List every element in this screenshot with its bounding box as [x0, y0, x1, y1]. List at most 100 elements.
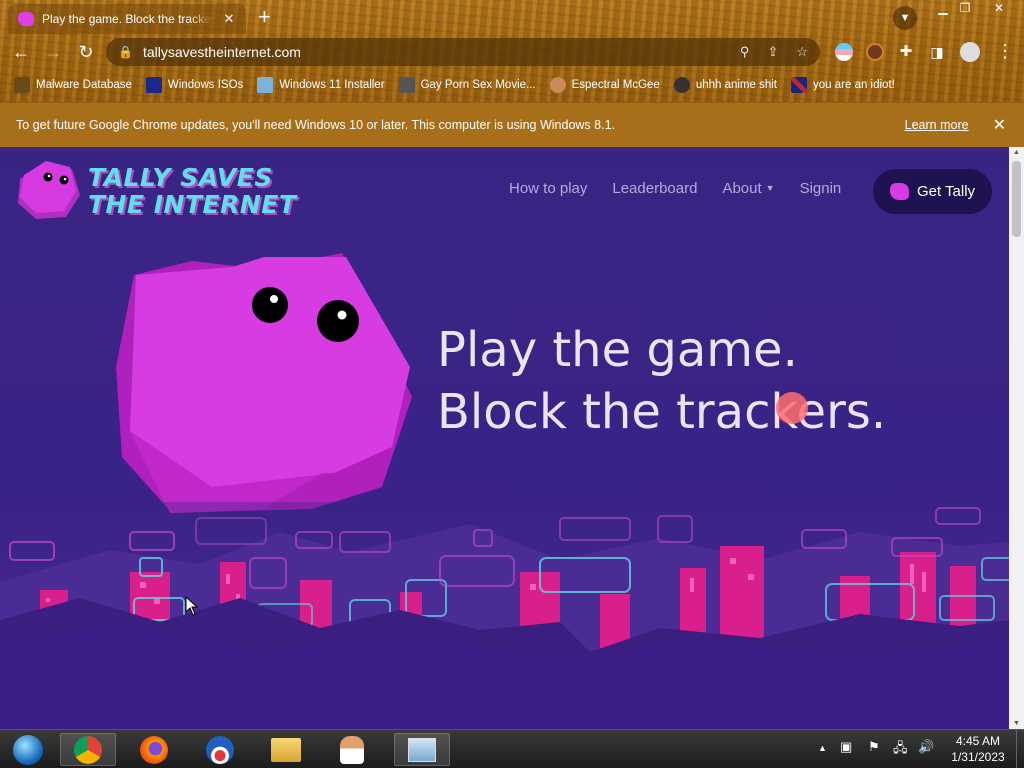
scroll-up-arrow-icon[interactable]: ▲ [1013, 149, 1020, 156]
profile-extension-icon[interactable] [866, 43, 884, 61]
zoom-search-icon[interactable]: ⚲ [740, 44, 750, 60]
new-tab-button[interactable]: + [258, 6, 271, 28]
user-person-icon [340, 735, 364, 764]
bookmark-icon [14, 77, 30, 93]
chrome-icon [74, 735, 102, 764]
bookmark-label: uhhh anime shit [695, 79, 778, 91]
system-clock[interactable]: 4:45 AM 1/31/2023 [944, 733, 1012, 765]
uk-flag-icon [791, 77, 808, 93]
click-indicator-dot [776, 392, 808, 424]
get-tally-label: Get Tally [916, 183, 976, 200]
logo-line-2: THE INTERNET [88, 190, 297, 219]
taskbar-chrome[interactable] [60, 733, 116, 766]
get-tally-button[interactable]: Get Tally [873, 169, 992, 214]
nav-how-to-play[interactable]: How to play [509, 180, 587, 197]
side-panel-icon[interactable]: ◨ [926, 41, 948, 63]
bookmark-windows-isos[interactable]: Windows ISOs [145, 77, 244, 93]
infobar-message: To get future Google Chrome updates, you… [16, 118, 615, 132]
tab-search-chevron-icon[interactable]: ▼ [893, 6, 917, 30]
site-navigation: How to play Leaderboard About ▼ Signin [509, 180, 841, 197]
taskbar-app-6[interactable] [394, 733, 450, 766]
restore-button[interactable]: ❐ [950, 0, 980, 18]
toolbar: ← → ↻ 🔒 tallysavestheinternet.com ⚲ ⇪ ☆ … [0, 36, 1024, 68]
browser-chrome: Play the game. Block the trackers ✕ + ▼ … [0, 0, 1024, 102]
x-logo-icon [145, 77, 162, 93]
bookmark-malware-database[interactable]: Malware Database [14, 77, 132, 93]
obama-logo-icon [206, 735, 234, 764]
taskbar-app-3[interactable] [192, 733, 248, 766]
folder-icon [271, 737, 301, 762]
hero-line-1: Play the game. [437, 322, 798, 378]
nav-leaderboard[interactable]: Leaderboard [612, 180, 697, 197]
face-icon [549, 77, 566, 93]
hero-line-2: Block the trackers. [437, 384, 887, 440]
network-icon[interactable]: 🖧 [893, 739, 908, 761]
volume-icon[interactable]: 🔊 [918, 739, 934, 755]
tab-active[interactable]: Play the game. Block the trackers ✕ [8, 4, 246, 34]
bookmark-you-are-an-idiot[interactable]: you are an idiot! [791, 77, 895, 93]
bookmarks-bar: Malware Database Windows ISOs Windows 11… [0, 72, 1024, 98]
bookmark-espectral-mcgee[interactable]: Espectral McGee [549, 77, 660, 93]
nav-about-label: About [722, 180, 762, 197]
tally-logo-icon [18, 161, 80, 219]
back-arrow-icon[interactable]: ← [10, 41, 32, 63]
reload-icon[interactable]: ↻ [75, 41, 97, 63]
bookmark-label: Espectral McGee [571, 79, 660, 91]
address-bar[interactable]: 🔒 tallysavestheinternet.com ⚲ ⇪ ☆ [106, 38, 820, 66]
bookmark-star-icon[interactable]: ☆ [796, 44, 808, 60]
tray-app-icon[interactable]: ▣ [840, 739, 852, 755]
site-logo[interactable]: TALLY SAVES THE INTERNET [14, 161, 296, 221]
tray-overflow-icon[interactable]: ▲ [818, 743, 827, 753]
bookmark-anime[interactable]: uhhh anime shit [673, 77, 778, 93]
hero-headline: Play the game. Block the trackers. [437, 319, 886, 443]
bookmark-windows-11-installer[interactable]: Windows 11 Installer [257, 77, 385, 93]
trans-flag-extension-icon[interactable] [835, 43, 853, 61]
web-page: TALLY SAVES THE INTERNET How to play Lea… [0, 147, 1009, 729]
tab-bar: Play the game. Block the trackers ✕ + ▼ … [0, 0, 1024, 34]
scroll-down-arrow-icon[interactable]: ▼ [1013, 720, 1020, 727]
bookmark-label: Windows 11 Installer [279, 79, 385, 91]
bookmark-label: Windows ISOs [167, 79, 244, 91]
lock-icon[interactable]: 🔒 [118, 45, 133, 59]
cube-icon [398, 77, 415, 93]
page-scrollbar[interactable]: ▲ ▼ [1009, 147, 1024, 729]
bookmark-label: you are an idiot! [813, 79, 895, 91]
update-infobar: To get future Google Chrome updates, you… [0, 102, 1024, 147]
bookmark-label: Gay Porn Sex Movie... [420, 79, 536, 91]
action-center-flag-icon[interactable]: ⚑ [868, 739, 880, 755]
logo-line-1: TALLY SAVES [88, 163, 273, 192]
tab-close-icon[interactable]: ✕ [222, 11, 236, 27]
windows-orb-icon [13, 734, 43, 765]
chrome-menu-icon[interactable]: ⋮ [996, 41, 1014, 62]
taskbar-file-explorer[interactable] [258, 733, 314, 766]
start-orb-button[interactable] [0, 733, 56, 766]
caret-down-icon: ▼ [765, 183, 775, 193]
image-icon [257, 77, 274, 93]
taskbar-firefox[interactable] [126, 733, 182, 766]
show-desktop-button[interactable] [1016, 730, 1024, 768]
extensions-puzzle-icon[interactable]: ✚ [895, 41, 917, 63]
url-text[interactable]: tallysavestheinternet.com [143, 44, 722, 60]
anime-face-icon [673, 77, 690, 93]
logo-text: TALLY SAVES THE INTERNET [88, 164, 296, 218]
bookmark-label: Malware Database [36, 79, 132, 91]
profile-avatar-icon[interactable] [960, 42, 980, 62]
learn-more-link[interactable]: Learn more [905, 118, 969, 132]
clock-date: 1/31/2023 [951, 750, 1005, 764]
infobar-close-icon[interactable]: ✕ [993, 115, 1006, 135]
forward-arrow-icon[interactable]: → [42, 41, 64, 63]
nav-about-dropdown[interactable]: About ▼ [722, 180, 774, 197]
windows-taskbar: ▲ ▣ ⚑ 🖧 🔊 4:45 AM 1/31/2023 [0, 729, 1024, 768]
tab-title: Play the game. Block the trackers [42, 12, 214, 26]
clock-time: 4:45 AM [955, 734, 1001, 748]
close-window-button[interactable]: ✕ [982, 0, 1016, 18]
mouse-cursor-icon [185, 596, 199, 616]
taskbar-app-5[interactable] [324, 733, 380, 766]
city-skyline-illustration [0, 502, 1009, 729]
scroll-thumb[interactable] [1012, 161, 1021, 237]
bookmark-4[interactable]: Gay Porn Sex Movie... [398, 77, 536, 93]
share-icon[interactable]: ⇪ [767, 44, 778, 60]
nav-signin[interactable]: Signin [800, 180, 842, 197]
tally-small-icon [889, 183, 909, 200]
firefox-icon [140, 735, 168, 764]
